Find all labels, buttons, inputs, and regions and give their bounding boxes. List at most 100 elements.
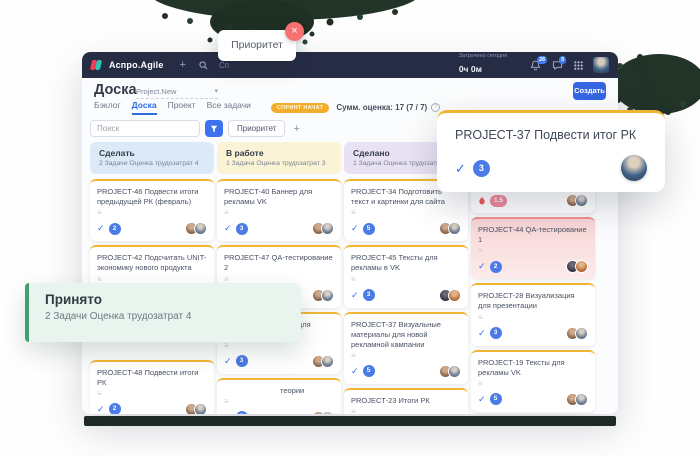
description-icon: ≡ (351, 276, 461, 284)
assignee-avatars (439, 289, 461, 302)
tab-backlog[interactable]: Бэклог (94, 100, 121, 115)
task-popup[interactable]: PROJECT-37 Подвести итог РК ✓ 3 (437, 110, 665, 192)
task-title: PROJECT-48 Подвести итоги РК (97, 368, 207, 388)
column-header[interactable]: Сделать 2 Задачи Оценка трудозатрат 4 (90, 142, 214, 174)
urgent-estimate-badge: 1.5 (490, 195, 507, 207)
quick-add-icon[interactable]: + (180, 60, 186, 71)
task-popup-title: PROJECT-37 Подвести итог РК (455, 128, 647, 142)
time-tracker-label: Затрачено сегодня (459, 53, 507, 59)
check-icon: ✓ (351, 224, 359, 233)
promo-canvas: Аспро.Agile + Сп Затрачено сегодня 0ч 0м… (0, 0, 700, 456)
estimate-badge: 2 (490, 261, 502, 273)
board-tabs: Бэклог Доска Проект Все задачи СПРИНТ НА… (94, 100, 440, 115)
estimate-badge: 5 (490, 393, 502, 405)
estimate-badge: 2 (109, 403, 121, 414)
messages-button[interactable]: 5 (552, 60, 563, 71)
column-header[interactable]: В работе 1 Задача Оценка трудозатрат 3 (217, 142, 341, 174)
column-meta: 2 Задачи Оценка трудозатрат 4 (99, 160, 205, 167)
task-card[interactable]: PROJECT-28 Визуализация для презентации … (471, 283, 595, 345)
avatar (575, 327, 588, 340)
estimate-badge: 3 (363, 289, 375, 301)
create-button[interactable]: Создать (573, 82, 606, 100)
accepted-column-overlay: Принято 2 Задачи Оценка трудозатрат 4 (25, 283, 301, 342)
brand-name: Аспро.Agile (109, 60, 164, 70)
search-input[interactable] (90, 120, 200, 137)
board-select[interactable]: Project.New ▾ (136, 87, 218, 99)
assignee-avatars (566, 393, 588, 406)
column-meta: 1 Задача Оценка трудозатрат 3 (226, 160, 332, 167)
avatar (321, 355, 334, 368)
filter-button[interactable] (205, 120, 223, 137)
task-title: PROJECT-45 Тексты для рекламы в VK (351, 253, 461, 273)
tab-project[interactable]: Проект (168, 100, 196, 115)
avatar (321, 289, 334, 302)
task-card[interactable]: PROJECT-45 Тексты для рекламы в VK ≡ ✓ 3 (344, 245, 468, 307)
description-icon: ≡ (224, 342, 334, 350)
description-icon: ≡ (478, 247, 588, 255)
board-select-value: Project.New (136, 87, 176, 96)
apps-grid-button[interactable] (574, 61, 583, 70)
description-icon: ≡ (97, 390, 207, 398)
avatar (321, 411, 334, 414)
task-card[interactable]: PROJECT-37 Визуальные материалы для ново… (344, 312, 468, 384)
assignee-avatars (566, 260, 588, 273)
assignee-avatars (566, 194, 588, 207)
task-card[interactable]: теории ≡ ✓3 (217, 378, 341, 414)
column-title: В работе (226, 148, 332, 158)
help-icon[interactable]: ? (431, 103, 440, 112)
task-card-highlighted[interactable]: PROJECT-44 QA-тестирование 1 ≡ ✓2 (471, 217, 595, 279)
messages-badge: 5 (559, 56, 566, 64)
tab-all-tasks[interactable]: Все задачи (207, 100, 251, 115)
task-title: PROJECT-47 QA-тестирование 2 (224, 253, 334, 273)
avatar (321, 222, 334, 235)
app-window: Аспро.Agile + Сп Затрачено сегодня 0ч 0м… (82, 52, 618, 414)
column-in-progress: В работе 1 Задача Оценка трудозатрат 3 P… (217, 142, 341, 414)
user-avatar[interactable] (593, 57, 609, 73)
top-navbar: Аспро.Agile + Сп Затрачено сегодня 0ч 0м… (82, 52, 618, 78)
task-title: PROJECT-37 Визуальные материалы для ново… (351, 320, 461, 350)
page-title: Доска (94, 82, 137, 98)
check-icon: ✓ (478, 395, 486, 404)
check-icon: ✓ (455, 162, 466, 175)
estimate-badge: 3 (236, 223, 248, 235)
check-icon: ✓ (351, 367, 359, 376)
navbar-search-text: Сп (219, 61, 229, 70)
search-icon[interactable] (199, 61, 208, 70)
sprint-status-badge: СПРИНТ НАЧАТ (271, 103, 329, 113)
task-card[interactable]: PROJECT-48 Подвести итоги РК ≡ ✓2 (90, 360, 214, 415)
funnel-icon (210, 125, 218, 133)
check-icon: ✓ (351, 291, 359, 300)
check-icon: ✓ (478, 262, 486, 271)
notifications-badge: 26 (537, 56, 547, 64)
description-icon: ≡ (351, 408, 461, 414)
notifications-button[interactable]: 26 (530, 60, 541, 71)
estimate-badge: 3 (473, 160, 490, 177)
check-icon: ✓ (224, 224, 232, 233)
assignee-avatars (185, 222, 207, 235)
avatar (194, 222, 207, 235)
task-card[interactable]: PROJECT-46 Подвести итоги предыдущей РК … (90, 179, 214, 241)
description-icon: ≡ (351, 352, 461, 360)
add-filter-icon[interactable]: + (293, 123, 299, 135)
avatar (575, 260, 588, 273)
tab-board[interactable]: Доска (132, 100, 157, 115)
task-card[interactable]: PROJECT-19 Тексты для рекламы VK ≡ ✓5 (471, 350, 595, 412)
task-card[interactable]: PROJECT-40 Баннер для рекламы VK ≡ ✓3 (217, 179, 341, 241)
time-tracker[interactable]: Затрачено сегодня 0ч 0м (459, 53, 507, 78)
priority-filter-chip[interactable]: Приоритет (228, 120, 285, 137)
task-title: PROJECT-23 Итоги РК (351, 396, 461, 406)
task-title: PROJECT-46 Подвести итоги предыдущей РК … (97, 187, 207, 207)
task-title: PROJECT-28 Визуализация для презентации (478, 291, 588, 311)
estimate-badge: 3 (236, 411, 248, 414)
close-icon[interactable]: × (285, 22, 304, 41)
task-card[interactable]: PROJECT-23 Итоги РК ≡ ✓5 (344, 388, 468, 414)
avatar (448, 289, 461, 302)
check-icon: ✓ (224, 413, 232, 414)
avatar (448, 222, 461, 235)
estimate-badge: 5 (363, 365, 375, 377)
column-todo: Сделать 2 Задачи Оценка трудозатрат 4 PR… (90, 142, 214, 414)
chevron-down-icon: ▾ (214, 87, 218, 96)
estimate-badge: 3 (236, 355, 248, 367)
fire-icon (478, 196, 486, 206)
assignee-avatar (621, 155, 647, 181)
